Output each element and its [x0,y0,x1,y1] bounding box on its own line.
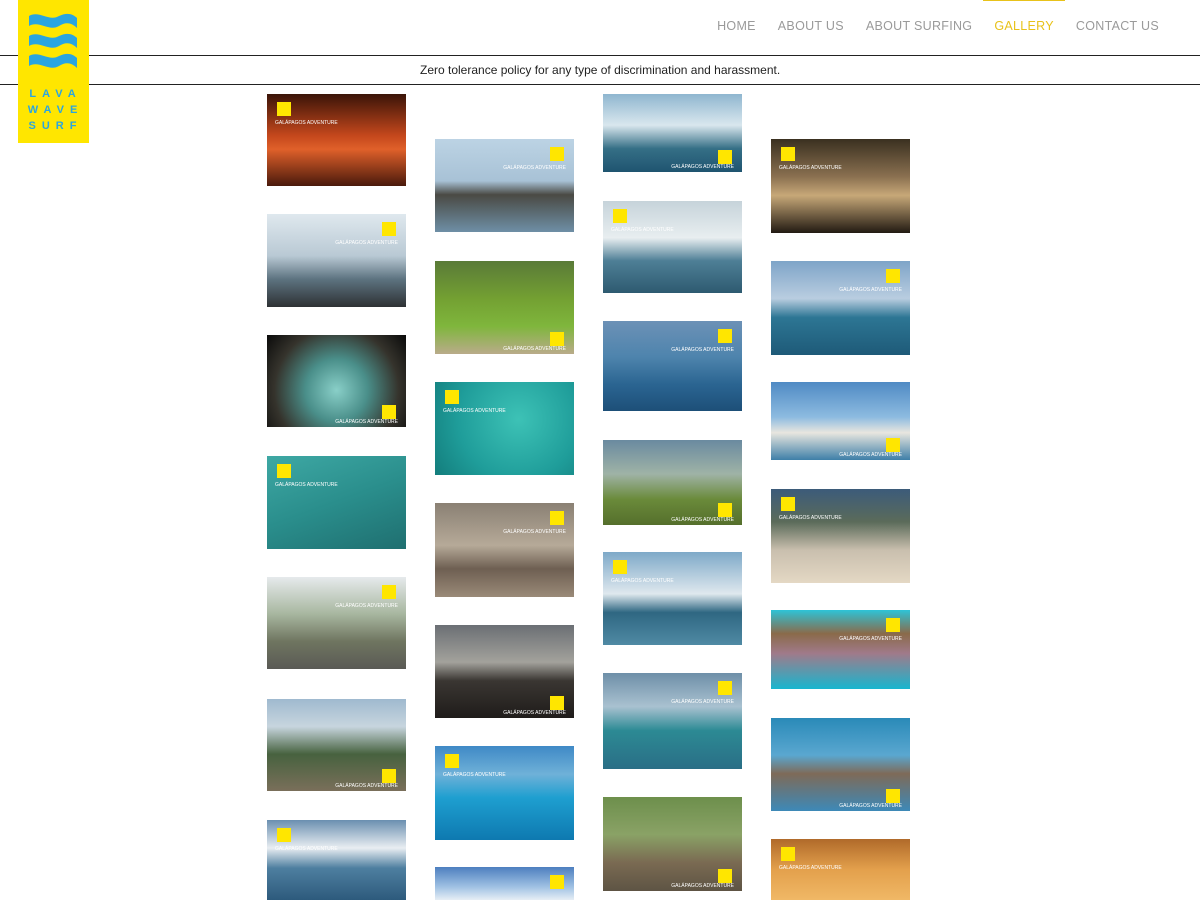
watermark-caption: GALÁPAGOS ADVENTURE [779,165,842,171]
watermark-caption: GALÁPAGOS ADVENTURE [839,287,902,293]
watermark-logo-icon [550,511,564,525]
watermark-caption: GALÁPAGOS ADVENTURE [779,865,842,871]
gallery-photo[interactable]: GALÁPAGOS ADVENTURE [771,839,910,900]
gallery-photo[interactable]: GALÁPAGOS ADVENTURE [267,820,406,900]
watermark-caption: GALÁPAGOS ADVENTURE [275,120,338,126]
watermark-logo-icon [382,769,396,783]
watermark-logo-icon [382,405,396,419]
nav-gallery[interactable]: GALLERY [983,0,1065,52]
gallery-photo[interactable]: GALÁPAGOS ADVENTURE [771,261,910,355]
site-header: HOME ABOUT US ABOUT SURFING GALLERY CONT… [0,0,1200,56]
gallery-photo[interactable]: GALÁPAGOS ADVENTURE [267,335,406,427]
watermark-caption: GALÁPAGOS ADVENTURE [671,164,734,170]
watermark-caption: GALÁPAGOS ADVENTURE [839,452,902,458]
main-nav: HOME ABOUT US ABOUT SURFING GALLERY CONT… [706,0,1170,52]
gallery-photo[interactable]: GALÁPAGOS ADVENTURE [603,201,742,293]
watermark-caption: GALÁPAGOS ADVENTURE [503,165,566,171]
nav-about-surfing[interactable]: ABOUT SURFING [855,0,983,52]
watermark-logo-icon [781,497,795,511]
site-logo[interactable]: LAVA WAVE SURF [18,0,89,143]
gallery-photo[interactable]: GALÁPAGOS ADVENTURE [771,382,910,460]
gallery-photo[interactable]: GALÁPAGOS ADVENTURE [771,139,910,233]
watermark-caption: GALÁPAGOS ADVENTURE [443,408,506,414]
gallery-photo[interactable] [435,867,574,900]
watermark-caption: GALÁPAGOS ADVENTURE [443,772,506,778]
watermark-caption: GALÁPAGOS ADVENTURE [335,783,398,789]
watermark-logo-icon [781,847,795,861]
watermark-caption: GALÁPAGOS ADVENTURE [671,517,734,523]
watermark-caption: GALÁPAGOS ADVENTURE [779,515,842,521]
nav-home[interactable]: HOME [706,0,767,52]
watermark-logo-icon [277,828,291,842]
gallery-photo[interactable]: GALÁPAGOS ADVENTURE [771,489,910,583]
watermark-logo-icon [550,332,564,346]
watermark-logo-icon [886,618,900,632]
logo-line-lava: LAVA [29,88,82,100]
watermark-caption: GALÁPAGOS ADVENTURE [275,482,338,488]
nav-about-us[interactable]: ABOUT US [767,0,855,52]
watermark-caption: GALÁPAGOS ADVENTURE [611,578,674,584]
watermark-logo-icon [445,754,459,768]
watermark-caption: GALÁPAGOS ADVENTURE [839,636,902,642]
watermark-caption: GALÁPAGOS ADVENTURE [503,529,566,535]
gallery-photo[interactable]: GALÁPAGOS ADVENTURE [435,261,574,354]
watermark-logo-icon [886,438,900,452]
watermark-caption: GALÁPAGOS ADVENTURE [671,883,734,889]
watermark-logo-icon [718,681,732,695]
gallery-photo[interactable]: GALÁPAGOS ADVENTURE [771,610,910,689]
notice-bar: Zero tolerance policy for any type of di… [0,56,1200,85]
watermark-logo-icon [718,329,732,343]
watermark-logo-icon [613,560,627,574]
watermark-caption: GALÁPAGOS ADVENTURE [335,419,398,425]
watermark-logo-icon [886,269,900,283]
gallery-photo[interactable]: GALÁPAGOS ADVENTURE [267,699,406,791]
watermark-logo-icon [445,390,459,404]
logo-text: LAVA WAVE SURF [18,86,89,134]
watermark-logo-icon [718,150,732,164]
logo-line-surf: SURF [28,120,83,132]
watermark-logo-icon [382,585,396,599]
watermark-logo-icon [886,789,900,803]
gallery-photo[interactable]: GALÁPAGOS ADVENTURE [435,746,574,840]
watermark-logo-icon [382,222,396,236]
watermark-caption: GALÁPAGOS ADVENTURE [671,699,734,705]
wave-logo-icon [29,13,77,68]
gallery-photo[interactable]: GALÁPAGOS ADVENTURE [435,503,574,597]
gallery-photo[interactable]: GALÁPAGOS ADVENTURE [435,625,574,718]
nav-contact-us[interactable]: CONTACT US [1065,0,1170,52]
watermark-caption: GALÁPAGOS ADVENTURE [503,710,566,716]
gallery-photo[interactable]: GALÁPAGOS ADVENTURE [267,577,406,669]
gallery-photo[interactable]: GALÁPAGOS ADVENTURE [435,139,574,232]
watermark-logo-icon [550,875,564,889]
watermark-logo-icon [718,503,732,517]
gallery-photo[interactable]: GALÁPAGOS ADVENTURE [603,94,742,172]
gallery-photo[interactable]: GALÁPAGOS ADVENTURE [603,797,742,891]
gallery-photo[interactable]: GALÁPAGOS ADVENTURE [603,440,742,525]
gallery-photo[interactable]: GALÁPAGOS ADVENTURE [267,214,406,307]
watermark-logo-icon [550,696,564,710]
watermark-caption: GALÁPAGOS ADVENTURE [335,603,398,609]
watermark-logo-icon [613,209,627,223]
policy-notice: Zero tolerance policy for any type of di… [420,63,781,77]
gallery-photo[interactable]: GALÁPAGOS ADVENTURE [603,673,742,769]
watermark-logo-icon [277,464,291,478]
watermark-caption: GALÁPAGOS ADVENTURE [503,346,566,352]
gallery-photo[interactable]: GALÁPAGOS ADVENTURE [771,718,910,811]
watermark-logo-icon [277,102,291,116]
gallery-photo[interactable]: GALÁPAGOS ADVENTURE [603,321,742,411]
watermark-logo-icon [550,147,564,161]
watermark-caption: GALÁPAGOS ADVENTURE [335,240,398,246]
watermark-caption: GALÁPAGOS ADVENTURE [611,227,674,233]
gallery-photo[interactable]: GALÁPAGOS ADVENTURE [267,456,406,549]
watermark-caption: GALÁPAGOS ADVENTURE [671,347,734,353]
gallery-photo[interactable]: GALÁPAGOS ADVENTURE [267,94,406,186]
watermark-caption: GALÁPAGOS ADVENTURE [275,846,338,852]
watermark-logo-icon [781,147,795,161]
watermark-logo-icon [718,869,732,883]
logo-line-wave: WAVE [27,104,84,116]
gallery-photo[interactable]: GALÁPAGOS ADVENTURE [435,382,574,475]
gallery-photo[interactable]: GALÁPAGOS ADVENTURE [603,552,742,645]
watermark-caption: GALÁPAGOS ADVENTURE [839,803,902,809]
